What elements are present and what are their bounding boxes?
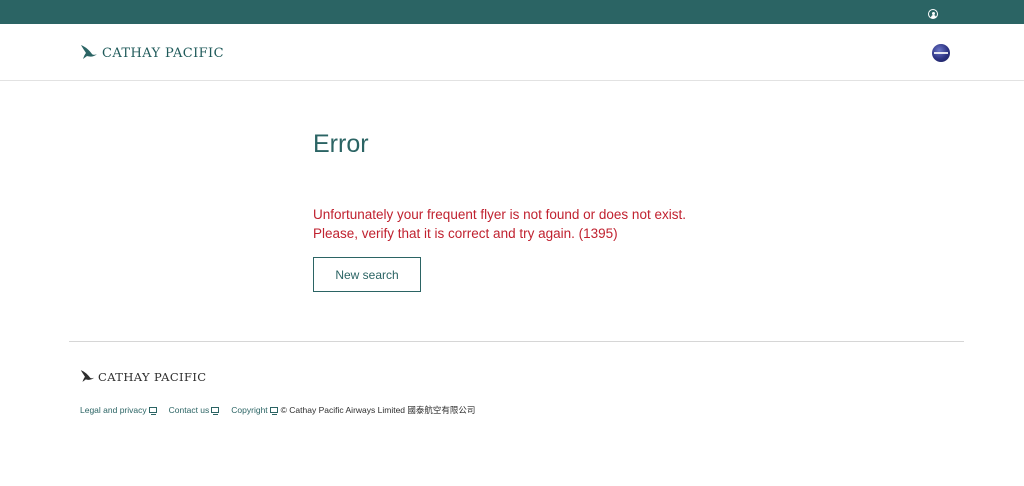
external-link-icon bbox=[211, 407, 220, 415]
new-search-button[interactable]: New search bbox=[313, 257, 421, 292]
footer-logo[interactable]: CATHAY PACIFIC bbox=[80, 367, 207, 384]
site-header: CATHAY PACIFIC bbox=[0, 24, 1024, 81]
legal-privacy-link[interactable]: Legal and privacy bbox=[80, 405, 157, 415]
brushwing-icon bbox=[80, 369, 95, 382]
cathay-pacific-logo[interactable]: CATHAY PACIFIC bbox=[80, 43, 224, 61]
contact-us-label: Contact us bbox=[168, 405, 210, 415]
copyright-link[interactable]: Copyright bbox=[231, 405, 278, 415]
logo-wordmark: CATHAY PACIFIC bbox=[102, 46, 224, 61]
top-utility-bar bbox=[0, 0, 1024, 24]
external-link-icon bbox=[269, 407, 278, 415]
user-profile-icon[interactable] bbox=[928, 9, 938, 19]
brushwing-icon bbox=[81, 45, 97, 59]
page-title: Error bbox=[313, 130, 369, 158]
external-link-icon bbox=[148, 407, 157, 415]
footer-logo-wordmark: CATHAY PACIFIC bbox=[98, 370, 207, 384]
contact-us-link[interactable]: Contact us bbox=[169, 405, 220, 415]
error-message: Unfortunately your frequent flyer is not… bbox=[313, 207, 686, 241]
oneworld-icon[interactable] bbox=[932, 44, 950, 62]
legal-privacy-label: Legal and privacy bbox=[80, 405, 147, 415]
copyright-notice: © Cathay Pacific Airways Limited 國泰航空有限公… bbox=[280, 405, 476, 415]
footer-divider bbox=[69, 341, 964, 342]
copyright-label: Copyright bbox=[231, 405, 268, 415]
footer-links: Legal and privacy Contact us Copyright ©… bbox=[80, 404, 475, 416]
